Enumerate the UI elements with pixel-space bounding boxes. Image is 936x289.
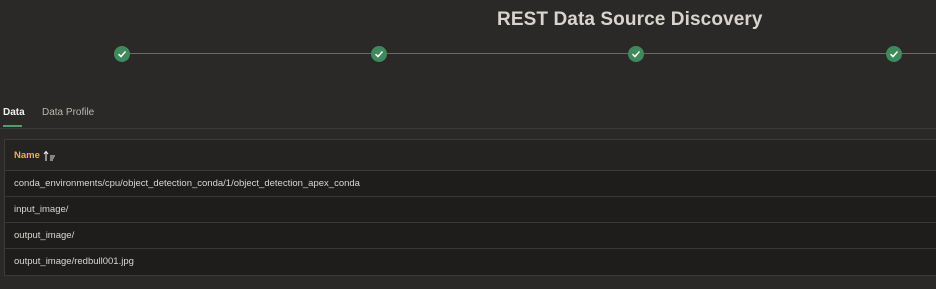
wizard-track — [122, 53, 936, 54]
checkmark-icon — [889, 50, 899, 58]
tab-bar: Data Data Profile — [0, 100, 936, 129]
table-row[interactable]: input_image/ — [5, 197, 936, 223]
column-header-name[interactable]: Name — [14, 150, 40, 161]
wizard-step-4-complete-icon[interactable] — [886, 46, 902, 62]
wizard-step-3-complete-icon[interactable] — [628, 46, 644, 62]
grid-header: Name — [5, 140, 936, 171]
checkmark-icon — [631, 50, 641, 58]
grid-body: conda_environments/cpu/object_detection_… — [5, 171, 936, 274]
checkmark-icon — [374, 50, 384, 58]
page-title: REST Data Source Discovery — [497, 9, 763, 30]
tab-data-profile[interactable]: Data Profile — [42, 107, 94, 118]
tab-data[interactable]: Data — [3, 107, 25, 118]
checkmark-icon — [117, 50, 127, 58]
wizard-step-1-complete-icon[interactable] — [114, 46, 130, 62]
wizard-step-2-complete-icon[interactable] — [371, 46, 387, 62]
wizard-progress — [0, 40, 936, 70]
table-row[interactable]: conda_environments/cpu/object_detection_… — [5, 171, 936, 197]
data-grid: Name conda_environments/cpu/object_detec… — [4, 139, 936, 276]
active-tab-indicator — [3, 125, 22, 127]
table-row[interactable]: output_image/ — [5, 223, 936, 249]
table-row[interactable]: output_image/redbull001.jpg — [5, 249, 936, 274]
sort-ascending-icon[interactable] — [43, 149, 57, 161]
